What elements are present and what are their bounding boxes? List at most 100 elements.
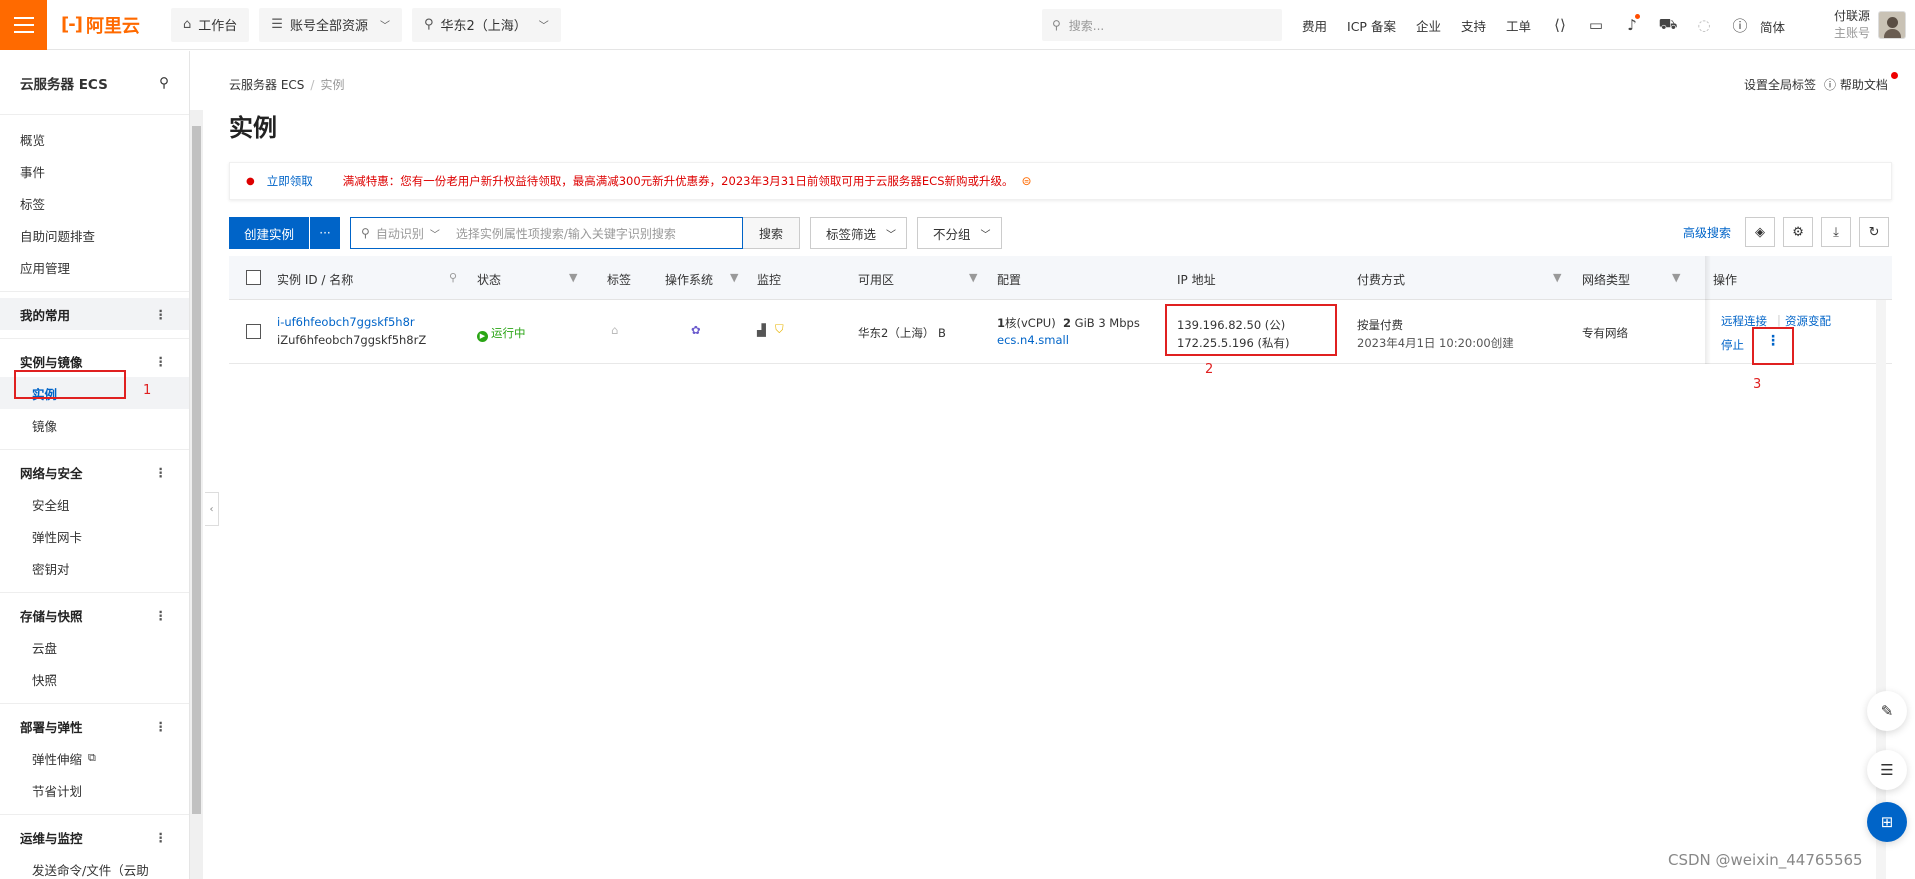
user-info[interactable]: 付联源 主账号 xyxy=(1820,8,1870,42)
terminal-icon[interactable]: ▭ xyxy=(1578,16,1614,34)
chat-icon[interactable]: ☰ xyxy=(1867,750,1907,790)
instance-spec-link[interactable]: ecs.n4.small xyxy=(997,333,1069,347)
filter-icon[interactable]: ▼ xyxy=(1672,271,1680,284)
top-link-ticket[interactable]: 工单 xyxy=(1506,16,1531,35)
sidebar-group-ops-monitor[interactable]: 运维与监控 ⋮ xyxy=(0,821,189,853)
workbench-button[interactable]: ⌂ 工作台 xyxy=(171,7,250,42)
sidebar-item-savings-plan[interactable]: 节省计划 xyxy=(0,774,189,806)
download-icon[interactable]: ⤓ xyxy=(1821,217,1852,247)
filter-icon[interactable]: ▼ xyxy=(569,271,577,284)
sidebar-item-overview[interactable]: 概览 xyxy=(0,123,189,155)
sidebar-item-images[interactable]: 镜像 xyxy=(0,409,189,441)
code-icon[interactable]: ⟨⟩ xyxy=(1542,16,1578,34)
sidebar-item-eni[interactable]: 弹性网卡 xyxy=(0,520,189,552)
row-checkbox[interactable] xyxy=(246,324,261,339)
resources-dropdown[interactable]: ☰ 账号全部资源 ﹀ xyxy=(259,7,402,42)
advanced-search-link[interactable]: 高级搜索 xyxy=(1683,224,1731,241)
top-link-support[interactable]: 支持 xyxy=(1461,16,1486,35)
search-button[interactable]: 搜索 xyxy=(743,217,801,249)
sidebar-group-storage[interactable]: 存储与快照 ⋮ xyxy=(0,599,189,631)
filter-icon[interactable]: ▼ xyxy=(730,271,738,284)
coupon-icon: ⊜ xyxy=(1021,174,1032,188)
region-dropdown[interactable]: ⚲ 华东2（上海） ﹀ xyxy=(411,7,561,42)
top-icons: ⟨⟩ ▭ ♪ ⛟ ◌ ⓘ xyxy=(1542,0,1758,50)
top-link-icp[interactable]: ICP 备案 xyxy=(1347,16,1396,35)
instance-toolbar: 创建实例 ··· ⚲ 自动识别 ﹀ 选择实例属性项搜索/输入关键字识别搜索 搜索… xyxy=(229,217,1002,249)
select-all-checkbox[interactable] xyxy=(246,270,261,285)
sidebar-group-deploy-elastic[interactable]: 部署与弹性 ⋮ xyxy=(0,710,189,742)
help-docs-link[interactable]: ⓘ 帮助文档 xyxy=(1824,76,1888,93)
create-more-button[interactable]: ··· xyxy=(310,217,341,249)
language-switch[interactable]: 简体 xyxy=(1760,17,1785,36)
stop-link[interactable]: 停止 xyxy=(1721,337,1744,353)
top-link-enterprise[interactable]: 企业 xyxy=(1416,16,1441,35)
sidebar-collapse-button[interactable]: ‹ xyxy=(205,492,219,526)
more-icon[interactable]: ⋮ xyxy=(155,719,168,734)
sidebar-item-disks[interactable]: 云盘 xyxy=(0,631,189,663)
main-scrollbar[interactable] xyxy=(1876,300,1886,879)
help-icon[interactable]: ⓘ xyxy=(1722,15,1758,36)
sidebar-group-network-security[interactable]: 网络与安全 ⋮ xyxy=(0,456,189,488)
cart-icon[interactable]: ⛟ xyxy=(1650,15,1686,35)
sidebar-item-troubleshoot[interactable]: 自助问题排查 xyxy=(0,219,189,251)
shield-icon[interactable]: ⛉ xyxy=(775,322,784,337)
group-label: 实例与镜像 xyxy=(20,354,83,370)
group-dropdown[interactable]: 不分组 ﹀ xyxy=(917,217,1002,249)
col-header-zone: 可用区 xyxy=(858,273,895,287)
more-icon[interactable]: ⋮ xyxy=(155,354,168,369)
sidebar-item-tags[interactable]: 标签 xyxy=(0,187,189,219)
location-icon: ⚲ xyxy=(423,17,434,32)
hamburger-menu-icon[interactable] xyxy=(0,0,47,50)
sidebar-group-favorites[interactable]: 我的常用 ⋮ xyxy=(0,298,189,330)
notification-dot xyxy=(1891,72,1898,79)
sidebar-item-snapshots[interactable]: 快照 xyxy=(0,663,189,695)
search-placeholder: 搜索... xyxy=(1068,18,1105,33)
search-icon[interactable]: ⚲ xyxy=(449,271,457,284)
chart-icon[interactable]: ▟ xyxy=(757,323,766,337)
sidebar-item-autoscaling[interactable]: 弹性伸缩 ⧉ xyxy=(0,742,189,774)
status-text: 运行中 xyxy=(491,326,526,340)
filter-icon[interactable]: ▼ xyxy=(969,271,977,284)
logo-mark: [-] xyxy=(61,14,83,35)
sidebar-item-app-management[interactable]: 应用管理 xyxy=(0,251,189,283)
refresh-icon[interactable]: ↻ xyxy=(1859,217,1890,247)
group-label: 不分组 xyxy=(933,226,971,242)
search-icon[interactable]: ⚲ xyxy=(159,75,169,91)
top-link-fees[interactable]: 费用 xyxy=(1302,16,1327,35)
instance-search: ⚲ 自动识别 ﹀ 选择实例属性项搜索/输入关键字识别搜索 搜索 xyxy=(350,217,801,249)
sidebar-item-events[interactable]: 事件 xyxy=(0,155,189,187)
claim-link[interactable]: 立即领取 xyxy=(267,173,313,189)
instance-id-link[interactable]: i-uf6hfeobch7ggskf5h8r xyxy=(277,315,415,329)
avatar[interactable] xyxy=(1878,11,1906,39)
more-icon[interactable]: ⋮ xyxy=(155,830,168,845)
breadcrumb-root[interactable]: 云服务器 ECS xyxy=(229,78,304,92)
create-instance-button[interactable]: 创建实例 xyxy=(229,217,310,249)
bell-icon[interactable]: ♪ xyxy=(1614,14,1650,34)
aliyun-logo[interactable]: [-] 阿里云 xyxy=(61,12,161,38)
chevron-down-icon: ﹀ xyxy=(980,229,991,241)
global-tags-link[interactable]: 设置全局标签 xyxy=(1744,76,1816,93)
edit-feedback-icon[interactable]: ✎ xyxy=(1867,691,1907,731)
global-search-input[interactable]: ⚲ 搜索... xyxy=(1042,9,1282,41)
sidebar-title: 云服务器 ECS xyxy=(20,76,108,93)
auto-detect-select[interactable]: 自动识别 xyxy=(376,225,424,242)
sidebar-scroll-thumb[interactable] xyxy=(192,126,201,814)
more-icon[interactable]: ⋮ xyxy=(155,608,168,623)
group-label: 运维与监控 xyxy=(20,830,83,846)
tag-icon[interactable]: ⌂ xyxy=(611,323,618,337)
instance-search-input[interactable]: ⚲ 自动识别 ﹀ 选择实例属性项搜索/输入关键字识别搜索 xyxy=(350,217,744,249)
apps-grid-icon[interactable]: ⊞ xyxy=(1867,802,1907,842)
layers-icon[interactable]: ◈ xyxy=(1745,217,1776,247)
annotation-label-1: 1 xyxy=(143,383,152,398)
more-icon[interactable]: ⋮ xyxy=(155,465,168,480)
sidebar-item-keypairs[interactable]: 密钥对 xyxy=(0,552,189,584)
annotation-box-2 xyxy=(1165,304,1337,356)
lightbulb-icon[interactable]: ◌ xyxy=(1686,16,1722,34)
tag-filter-dropdown[interactable]: 标签筛选 ﹀ xyxy=(810,217,908,249)
chevron-down-icon: ﹀ xyxy=(379,21,390,32)
gear-icon[interactable]: ⚙ xyxy=(1783,217,1814,247)
more-icon[interactable]: ⋮ xyxy=(155,307,168,322)
sidebar-item-send-command[interactable]: 发送命令/文件（云助 xyxy=(0,853,189,879)
sidebar-item-security-groups[interactable]: 安全组 xyxy=(0,488,189,520)
filter-icon[interactable]: ▼ xyxy=(1553,271,1561,284)
